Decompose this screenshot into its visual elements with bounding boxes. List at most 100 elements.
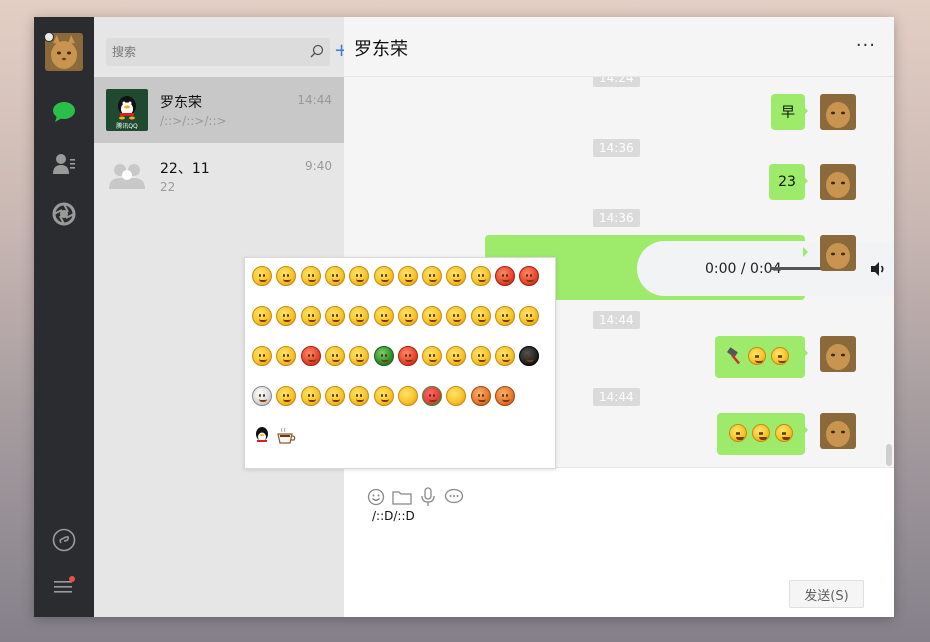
chat-item-name: 22、11	[160, 161, 210, 177]
emoji-option-icon[interactable]	[469, 384, 493, 408]
face-emoji-icon	[748, 347, 768, 367]
emoji-icon[interactable]	[366, 487, 386, 507]
emoji-option-icon[interactable]	[396, 264, 420, 288]
emoji-option-icon[interactable]	[299, 344, 323, 368]
emoji-option-icon[interactable]	[299, 264, 323, 288]
send-button[interactable]: 发送(S)	[789, 580, 864, 608]
group-avatar	[106, 155, 148, 197]
emoji-option-icon[interactable]	[372, 304, 396, 328]
emoji-option-icon[interactable]	[420, 304, 444, 328]
chat-title: 罗东荣	[354, 39, 408, 60]
chat-item-luodongrong[interactable]: 腾讯QQ 罗东荣 14:44 /::>/::>/::>	[94, 77, 344, 143]
message-scrollbar[interactable]	[886, 444, 892, 466]
emoji-option-icon[interactable]	[347, 344, 371, 368]
emoji-option-icon[interactable]	[274, 424, 298, 448]
emoji-option-icon[interactable]	[274, 264, 298, 288]
emoji-option-icon[interactable]	[250, 344, 274, 368]
emoji-option-icon[interactable]	[444, 384, 468, 408]
time-tag: 14:36	[593, 209, 640, 227]
emoji-option-icon[interactable]	[274, 344, 298, 368]
time-tag: 14:36	[593, 139, 640, 157]
emoji-option-icon[interactable]	[396, 304, 420, 328]
grin-emoji-icon	[729, 424, 749, 444]
chat-item-time: 9:40	[305, 159, 332, 173]
contacts-icon[interactable]	[51, 151, 77, 177]
mic-icon[interactable]	[418, 487, 438, 507]
message-input[interactable]	[372, 509, 872, 569]
menu-icon[interactable]	[51, 573, 77, 599]
chat-item-group[interactable]: 22、11 9:40 22	[94, 143, 344, 209]
time-tag: 14:44	[593, 311, 640, 329]
time-tag: 14:44	[593, 388, 640, 406]
emoji-option-icon[interactable]	[396, 384, 420, 408]
nav-rail	[34, 17, 94, 617]
emoji-option-icon[interactable]	[372, 264, 396, 288]
emoji-option-icon[interactable]	[250, 264, 274, 288]
emoji-option-icon[interactable]	[274, 304, 298, 328]
emoji-option-icon[interactable]	[250, 424, 274, 448]
emoji-option-icon[interactable]	[469, 264, 493, 288]
self-avatar[interactable]	[820, 235, 856, 271]
self-avatar[interactable]	[820, 164, 856, 200]
emoji-option-icon[interactable]	[420, 264, 444, 288]
folder-icon[interactable]	[392, 487, 412, 507]
emoji-option-icon[interactable]	[372, 384, 396, 408]
search-box[interactable]	[106, 38, 330, 66]
self-avatar[interactable]	[820, 336, 856, 372]
emoji-option-icon[interactable]	[469, 304, 493, 328]
emoji-option-icon[interactable]	[493, 344, 517, 368]
emoji-option-icon[interactable]	[493, 384, 517, 408]
emoji-option-icon[interactable]	[517, 344, 541, 368]
emoji-option-icon[interactable]	[493, 264, 517, 288]
chat-bubble-icon[interactable]	[444, 487, 464, 507]
emoji-option-icon[interactable]	[323, 264, 347, 288]
emoji-option-icon[interactable]	[444, 344, 468, 368]
message-bubble[interactable]: 23	[769, 164, 808, 200]
emoji-picker	[244, 257, 556, 469]
mini-program-icon[interactable]	[51, 527, 77, 553]
search-input[interactable]	[112, 45, 302, 59]
emoji-option-icon[interactable]	[299, 304, 323, 328]
emoji-message-bubble[interactable]	[717, 413, 808, 455]
chat-item-preview: 22	[160, 180, 176, 194]
volume-icon[interactable]	[869, 260, 887, 282]
emoji-option-icon[interactable]	[347, 304, 371, 328]
chat-icon[interactable]	[51, 99, 77, 125]
online-status-dot	[44, 32, 54, 42]
self-avatar[interactable]	[820, 94, 856, 130]
search-icon[interactable]	[310, 44, 324, 61]
grin-emoji-icon	[752, 424, 772, 444]
chat-item-preview: /::>/::>/::>	[160, 114, 227, 128]
emoji-option-icon[interactable]	[396, 344, 420, 368]
emoji-option-icon[interactable]	[250, 384, 274, 408]
emoji-option-icon[interactable]	[469, 344, 493, 368]
emoji-option-icon[interactable]	[493, 304, 517, 328]
emoji-option-icon[interactable]	[347, 384, 371, 408]
face-emoji-icon	[771, 347, 791, 367]
more-options-button[interactable]: ···	[856, 35, 876, 56]
emoji-option-icon[interactable]	[444, 264, 468, 288]
time-tag: 14:24	[593, 77, 640, 87]
emoji-option-icon[interactable]	[420, 384, 444, 408]
moments-icon[interactable]	[51, 201, 77, 227]
chat-header: 罗东荣 ···	[344, 17, 894, 77]
self-avatar[interactable]	[820, 413, 856, 449]
message-bubble[interactable]: 早	[771, 94, 808, 130]
emoji-option-icon[interactable]	[323, 304, 347, 328]
emoji-option-icon[interactable]	[444, 304, 468, 328]
chat-item-name: 罗东荣	[160, 95, 202, 111]
emoji-option-icon[interactable]	[517, 264, 541, 288]
emoji-option-icon[interactable]	[274, 384, 298, 408]
emoji-option-icon[interactable]	[517, 304, 541, 328]
emoji-option-icon[interactable]	[299, 384, 323, 408]
chat-item-time: 14:44	[297, 93, 332, 107]
emoji-option-icon[interactable]	[347, 264, 371, 288]
emoji-option-icon[interactable]	[323, 384, 347, 408]
composer: 发送(S)	[344, 467, 894, 617]
emoji-message-bubble[interactable]	[715, 336, 808, 378]
emoji-option-icon[interactable]	[420, 344, 444, 368]
qq-avatar: 腾讯QQ	[106, 89, 148, 131]
emoji-option-icon[interactable]	[250, 304, 274, 328]
emoji-option-icon[interactable]	[323, 344, 347, 368]
emoji-option-icon[interactable]	[372, 344, 396, 368]
